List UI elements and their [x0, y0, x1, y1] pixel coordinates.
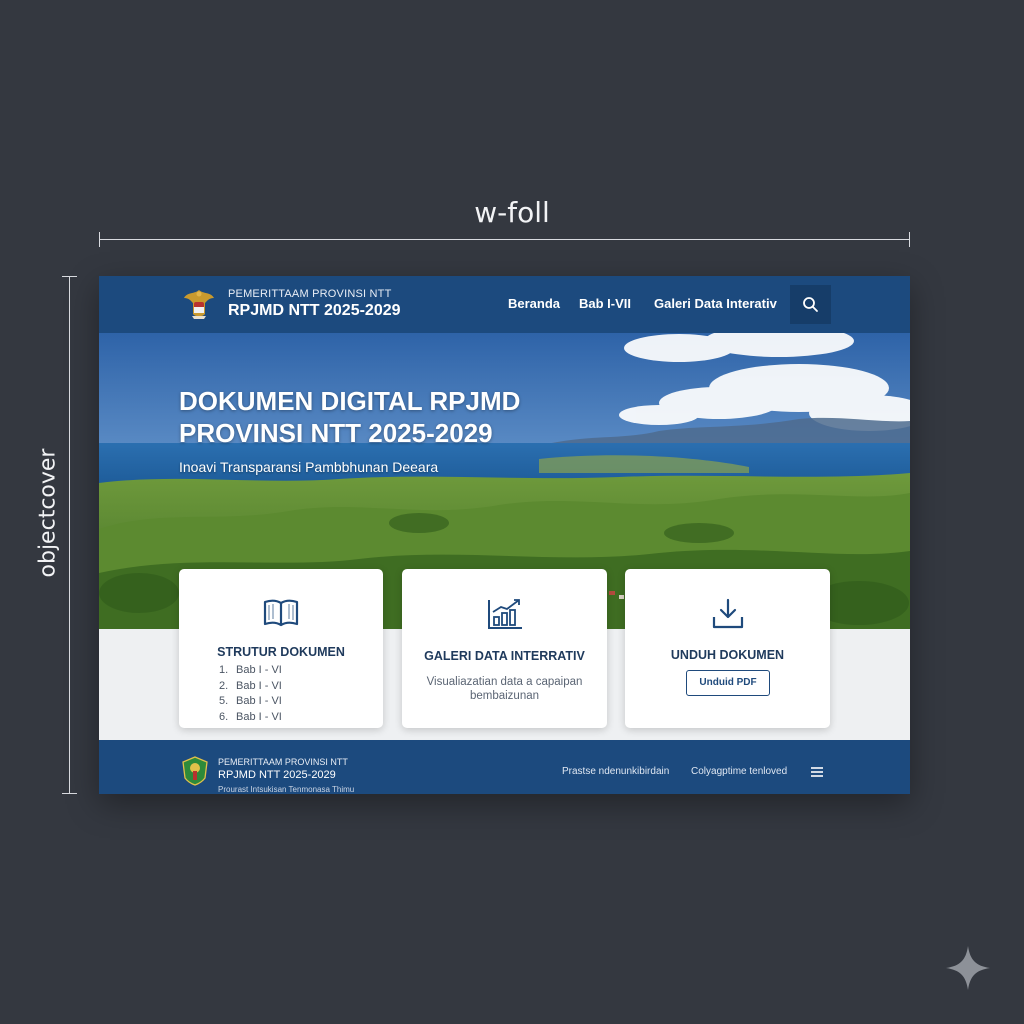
- nav-link-galeri[interactable]: Galeri Data Interativ: [654, 296, 777, 311]
- footer-org-name: PEMERITTAAM PROVINSI NTT: [218, 757, 348, 767]
- list-item[interactable]: 6. Bab I - VI: [219, 710, 282, 726]
- card-title: GALERI DATA INTERRATIV: [424, 649, 585, 663]
- garuda-emblem-icon: [184, 290, 214, 319]
- menu-icon[interactable]: [810, 766, 824, 778]
- nav-link-beranda[interactable]: Beranda: [508, 296, 560, 311]
- search-button[interactable]: [790, 285, 831, 324]
- card-title: UNDUH DOKUMEN: [670, 648, 785, 662]
- card-struktur-dokumen[interactable]: STRUTUR DOKUMEN 1. Bab I - VI 2. Bab I - V…: [179, 569, 383, 728]
- card-description: Visualiazatian data a capaipan bembaizun…: [426, 676, 583, 702]
- search-icon: [803, 297, 818, 312]
- width-annotation-label: w-foll: [474, 196, 550, 229]
- card-galeri-data[interactable]: GALERI DATA INTERRATIV Visualiazatian da…: [402, 569, 607, 728]
- bab-list: 1. Bab I - VI 2. Bab I - VI 5. Bab I - VI 6…: [219, 663, 282, 725]
- list-item[interactable]: 1. Bab I - VI: [219, 663, 282, 679]
- sparkle-icon: [946, 946, 990, 990]
- footer-link[interactable]: Colyagptime tenloved: [691, 766, 787, 777]
- hero-subtitle: Inoavi Transparansi Pambbhunan Deeara: [179, 459, 439, 475]
- website-mockup: PEMERITTAAM PROVINSI NTT RPJMD NTT 2025-…: [99, 276, 910, 794]
- download-pdf-button[interactable]: Unduid PDF: [686, 670, 770, 696]
- hero-title: DOKUMEN DIGITAL RPJMD PROVINSI NTT 2025-…: [179, 386, 521, 448]
- height-annotation-label: objectcover: [35, 448, 61, 578]
- header-site-title[interactable]: RPJMD NTT 2025-2029: [228, 302, 401, 320]
- list-item[interactable]: 2. Bab I - VI: [219, 679, 282, 695]
- chart-icon: [487, 599, 522, 629]
- nav-link-bab[interactable]: Bab I-VII: [579, 296, 631, 311]
- header-org-name: PEMERITTAAM PROVINSI NTT: [228, 288, 392, 300]
- height-dimension-line: [62, 276, 77, 794]
- ntt-province-emblem-icon: [182, 756, 208, 786]
- footer-link[interactable]: Prastse ndenunkibirdain: [562, 766, 669, 777]
- footer-bar: PEMERITTAAM PROVINSI NTT RPJMD NTT 2025-…: [99, 740, 910, 794]
- list-item[interactable]: 5. Bab I - VI: [219, 694, 282, 710]
- width-dimension-line: [99, 232, 910, 247]
- card-title: STRUTUR DOKUMEN: [217, 645, 345, 659]
- book-icon: [263, 599, 299, 627]
- footer-site-title: RPJMD NTT 2025-2029: [218, 769, 336, 781]
- footer-tagline: Prourast Intsukisan Tenmonasa Thimu: [218, 785, 355, 794]
- top-navigation-bar: PEMERITTAAM PROVINSI NTT RPJMD NTT 2025-…: [99, 276, 910, 333]
- card-unduh-dokumen[interactable]: UNDUH DOKUMEN Unduid PDF: [625, 569, 830, 728]
- download-icon: [712, 598, 743, 629]
